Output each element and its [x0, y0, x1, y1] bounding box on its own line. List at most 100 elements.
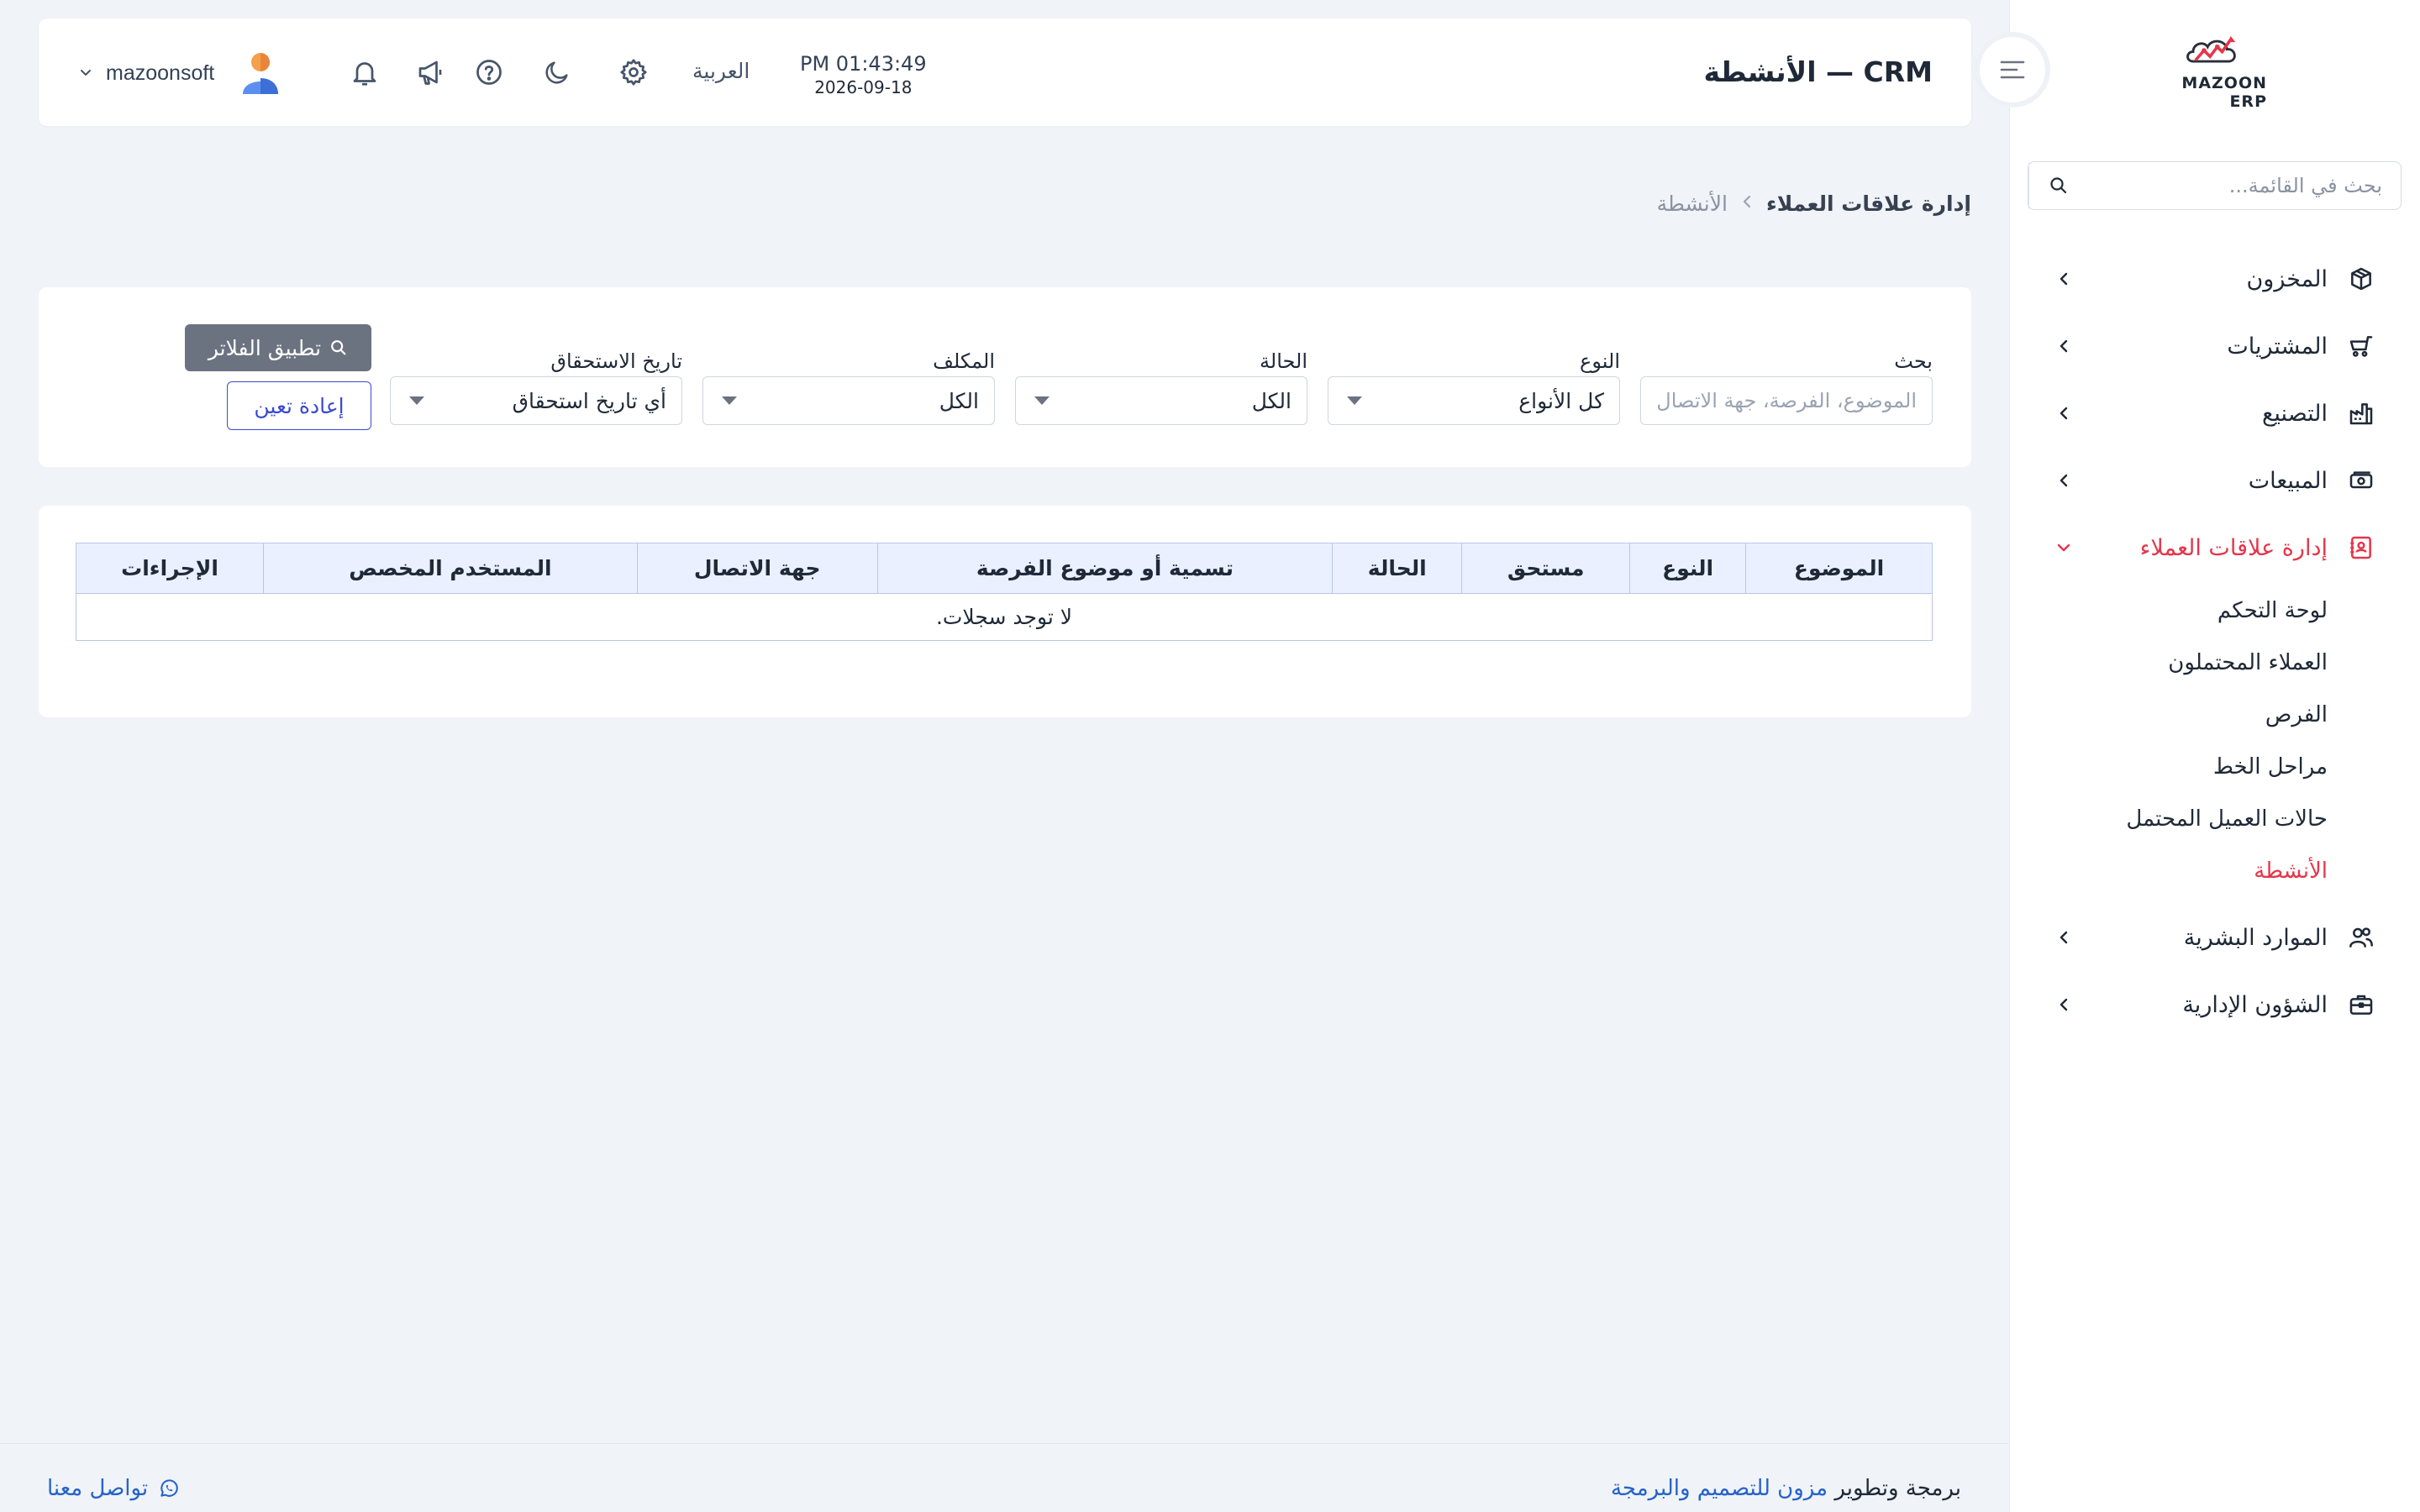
- column-header-contact[interactable]: جهة الاتصال: [636, 543, 878, 594]
- sidebar-item-label: المخزون: [2246, 265, 2328, 292]
- column-header-opportunity[interactable]: تسمية أو موضوع الفرصة: [876, 543, 1334, 594]
- filter-panel: بحث النوع كل الأنواع الحالة الكل المكلف …: [39, 287, 1971, 467]
- sidebar-toggle-button[interactable]: [1975, 32, 2050, 108]
- footer: برمجة وتطوير مزون للتصميم والبرمجة تواصل…: [0, 1443, 2008, 1512]
- logo-text: MAZOON ERP: [2181, 74, 2267, 111]
- box-icon: [2346, 264, 2376, 294]
- sidebar-subitem-lead-statuses[interactable]: حالات العميل المحتمل: [2009, 793, 2420, 845]
- column-header-subject[interactable]: الموضوع: [1745, 543, 1933, 594]
- filter-search-label: بحث: [1894, 349, 1933, 373]
- chevron-left-icon: [2053, 470, 2075, 491]
- help-icon[interactable]: [472, 55, 506, 89]
- user-menu[interactable]: mazoonsoft: [79, 50, 281, 96]
- sidebar-item-crm[interactable]: إدارة علاقات العملاء: [2009, 514, 2420, 581]
- sidebar-subitem-opportunities[interactable]: الفرص: [2009, 689, 2420, 741]
- filter-assignee-value: الكل: [939, 388, 979, 413]
- sidebar-subitem-leads[interactable]: العملاء المحتملون: [2009, 637, 2420, 689]
- clock-date: 2026-09-18: [814, 77, 913, 97]
- activities-table: الموضوع النوع مستحق الحالة تسمية أو موضو…: [76, 543, 1933, 641]
- caret-down-icon: [722, 396, 737, 405]
- reset-filters-button[interactable]: إعادة تعين: [227, 381, 371, 430]
- username: mazoonsoft: [106, 60, 215, 85]
- column-header-type[interactable]: النوع: [1629, 543, 1747, 594]
- contact-us-link[interactable]: تواصل معنا: [47, 1476, 180, 1501]
- footer-credit-prefix: برمجة وتطوير: [1834, 1476, 1961, 1501]
- filter-type-value: كل الأنواع: [1518, 388, 1604, 413]
- column-header-status[interactable]: الحالة: [1332, 543, 1463, 594]
- column-header-assigned-user[interactable]: المستخدم المخصص: [262, 543, 638, 594]
- filter-type-select[interactable]: كل الأنواع: [1328, 376, 1620, 425]
- users-icon: [2346, 922, 2376, 953]
- filter-status-select[interactable]: الكل: [1015, 376, 1307, 425]
- filter-due-date-value: أي تاريخ استحقاق: [512, 388, 666, 413]
- filter-assignee-select[interactable]: الكل: [702, 376, 995, 425]
- sidebar-item-label: المشتريات: [2227, 333, 2328, 360]
- column-header-due[interactable]: مستحق: [1461, 543, 1631, 594]
- activities-table-card: الموضوع النوع مستحق الحالة تسمية أو موضو…: [39, 506, 1971, 717]
- gear-icon[interactable]: [617, 55, 650, 89]
- logo[interactable]: MAZOON ERP: [2158, 34, 2267, 111]
- menu-lines-icon: [2000, 60, 2025, 79]
- breadcrumb-current: الأنشطة: [1656, 192, 1728, 216]
- sidebar-item-sales[interactable]: المبيعات: [2009, 447, 2420, 514]
- apply-filters-button[interactable]: تطبيق الفلاتر: [185, 324, 371, 371]
- topbar: CRM — الأنشطة PM 01:43:49 2026-09-18 الع…: [39, 18, 1971, 126]
- sidebar: MAZOON ERP المخزون المشتريات: [2009, 0, 2420, 1512]
- chevron-down-icon: [79, 66, 94, 81]
- chevron-left-icon: [2053, 402, 2075, 424]
- sidebar-item-inventory[interactable]: المخزون: [2009, 245, 2420, 312]
- bell-icon[interactable]: [348, 55, 381, 89]
- megaphone-icon[interactable]: [413, 55, 447, 89]
- filter-assignee-label: المكلف: [933, 349, 995, 373]
- filter-assignee: المكلف الكل: [702, 349, 995, 425]
- contact-book-icon: [2346, 533, 2376, 563]
- breadcrumb-root[interactable]: إدارة علاقات العملاء: [1766, 192, 1971, 216]
- language-switch[interactable]: العربية: [692, 59, 750, 83]
- factory-icon: [2346, 398, 2376, 428]
- page-title: CRM — الأنشطة: [1703, 55, 1933, 88]
- footer-credit-link[interactable]: مزون للتصميم والبرمجة: [1611, 1476, 1828, 1501]
- column-header-actions: الإجراءات: [76, 543, 264, 594]
- caret-down-icon: [1347, 396, 1362, 405]
- filter-search-input[interactable]: [1656, 389, 1917, 412]
- sidebar-item-purchases[interactable]: المشتريات: [2009, 312, 2420, 380]
- sidebar-item-admin[interactable]: الشؤون الإدارية: [2009, 971, 2420, 1038]
- briefcase-icon: [2346, 990, 2376, 1020]
- sidebar-subitem-activities[interactable]: الأنشطة: [2009, 845, 2420, 897]
- chevron-left-icon: [1741, 193, 1753, 214]
- sidebar-subitem-pipeline-stages[interactable]: مراحل الخط: [2009, 741, 2420, 793]
- filter-due-date-label: تاريخ الاستحقاق: [550, 349, 682, 373]
- breadcrumb: إدارة علاقات العملاء الأنشطة: [1657, 192, 1971, 216]
- table-row-empty: لا توجد سجلات.: [76, 593, 1933, 641]
- sidebar-menu: المخزون المشتريات التصنيع المبيعات إدارة…: [2009, 245, 2420, 1038]
- table-header-row: الموضوع النوع مستحق الحالة تسمية أو موضو…: [76, 543, 1933, 594]
- footer-credit: برمجة وتطوير مزون للتصميم والبرمجة: [1611, 1476, 1961, 1501]
- search-icon: [331, 340, 346, 355]
- filter-status-label: الحالة: [1260, 349, 1307, 373]
- chevron-down-icon: [2053, 537, 2075, 559]
- chevron-left-icon: [2053, 927, 2075, 948]
- contact-us-label: تواصل معنا: [47, 1476, 149, 1501]
- chevron-left-icon: [2053, 268, 2075, 290]
- sidebar-item-label: إدارة علاقات العملاء: [2139, 534, 2328, 561]
- sidebar-item-label: الشؤون الإدارية: [2182, 991, 2328, 1018]
- filter-type-label: النوع: [1580, 349, 1620, 373]
- avatar: [239, 50, 281, 96]
- empty-state-text: لا توجد سجلات.: [76, 593, 1933, 641]
- sidebar-item-hr[interactable]: الموارد البشرية: [2009, 904, 2420, 971]
- mazoon-logo-icon: [2186, 35, 2236, 63]
- crm-submenu: لوحة التحكم العملاء المحتملون الفرص مراح…: [2009, 581, 2420, 904]
- filter-search-box: [1640, 376, 1933, 425]
- filter-due-date: تاريخ الاستحقاق أي تاريخ استحقاق: [390, 349, 682, 425]
- filter-due-date-select[interactable]: أي تاريخ استحقاق: [390, 376, 682, 425]
- filter-status-value: الكل: [1251, 388, 1292, 413]
- chevron-left-icon: [2053, 994, 2075, 1016]
- moon-icon[interactable]: [540, 55, 574, 89]
- chevron-left-icon: [2053, 335, 2075, 357]
- sidebar-search: [2028, 161, 2402, 210]
- sidebar-subitem-dashboard[interactable]: لوحة التحكم: [2009, 585, 2420, 637]
- sidebar-item-manufacturing[interactable]: التصنيع: [2009, 380, 2420, 447]
- sidebar-search-input[interactable]: [2087, 162, 2401, 209]
- search-icon[interactable]: [2028, 162, 2087, 209]
- clock-time: PM 01:43:49: [800, 52, 927, 76]
